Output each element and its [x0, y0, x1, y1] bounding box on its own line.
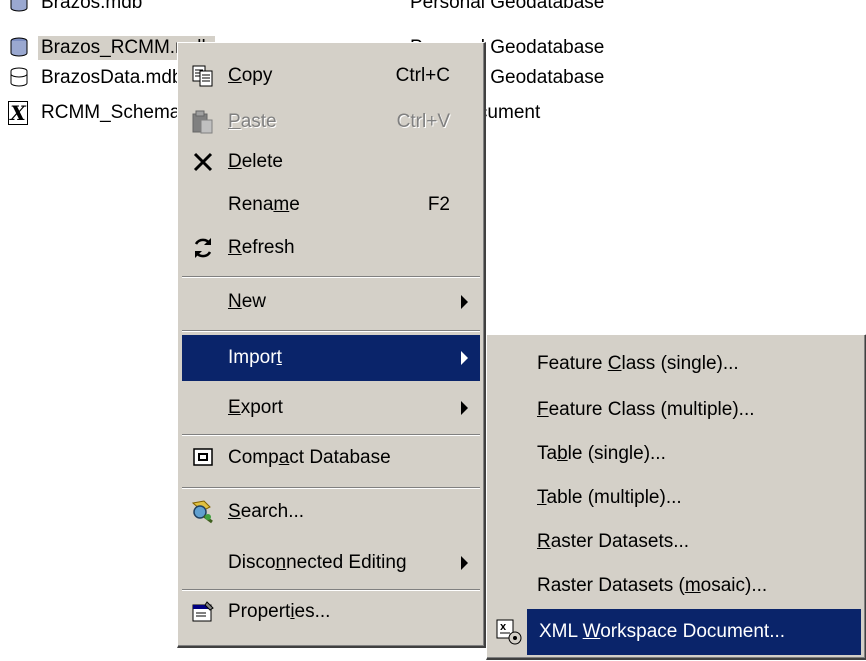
menu-item-new[interactable]: New [182, 279, 480, 325]
database-icon [8, 66, 32, 90]
menu-item-export[interactable]: Export [182, 385, 480, 431]
submenu-item-feature-class-single[interactable]: Feature Class (single)... [491, 341, 861, 387]
submenu-item-raster-datasets[interactable]: Raster Datasets... [491, 519, 861, 565]
file-name: Brazos.mdb [41, 0, 143, 13]
file-type: Personal Geodatabase [410, 0, 605, 13]
menu-item-label: XML Workspace Document... [539, 621, 786, 642]
menu-item-search[interactable]: Search... [182, 489, 480, 535]
menu-item-shortcut: Ctrl+V [396, 111, 450, 132]
file-name: BrazosData.mdb [41, 67, 183, 88]
submenu-arrow-icon [461, 295, 468, 309]
menu-item-label: Export [228, 397, 283, 418]
menu-item-shortcut: F2 [427, 194, 450, 215]
compact-database-icon [190, 445, 216, 471]
menu-separator [182, 276, 480, 278]
menu-item-label: Delete [228, 151, 283, 172]
context-menu: Copy Ctrl+C Paste Ctrl+V Delete Rename F… [177, 42, 486, 648]
database-icon [8, 0, 32, 15]
xml-document-icon: X [8, 101, 32, 125]
paste-icon [190, 109, 216, 135]
copy-icon [190, 63, 216, 89]
svg-text:X: X [500, 623, 507, 632]
submenu-item-feature-class-multiple[interactable]: Feature Class (multiple)... [491, 387, 861, 433]
database-icon [8, 36, 32, 60]
menu-item-label: Search... [228, 501, 305, 522]
menu-item-label: Disconnected Editing [228, 552, 407, 573]
menu-item-label: Table (multiple)... [537, 487, 682, 508]
submenu-arrow-icon [461, 401, 468, 415]
menu-item-label: Raster Datasets (mosaic)... [537, 575, 768, 596]
delete-icon [190, 149, 216, 175]
search-icon [190, 499, 216, 525]
menu-item-label: Refresh [228, 237, 295, 258]
menu-item-rename[interactable]: Rename F2 [182, 182, 480, 228]
submenu-arrow-icon [461, 351, 468, 365]
menu-item-label: Raster Datasets... [537, 531, 690, 552]
file-row[interactable]: BrazosData.mdb [0, 63, 186, 93]
menu-item-refresh[interactable]: Refresh [182, 225, 480, 271]
menu-item-label: Compact Database [228, 447, 391, 468]
menu-item-disconnected-editing[interactable]: Disconnected Editing [182, 540, 480, 586]
menu-item-label: Table (single)... [537, 443, 666, 464]
submenu-item-raster-datasets-mosaic[interactable]: Raster Datasets (mosaic)... [491, 563, 861, 609]
menu-separator [182, 330, 480, 332]
menu-item-properties[interactable]: Properties... [182, 589, 480, 635]
menu-item-label: Copy [228, 65, 273, 86]
menu-item-compact-database[interactable]: Compact Database [182, 435, 480, 481]
import-submenu: Feature Class (single)... Feature Class … [486, 334, 866, 660]
submenu-arrow-icon [461, 556, 468, 570]
refresh-icon [190, 235, 216, 261]
menu-item-delete[interactable]: Delete [182, 139, 480, 185]
file-row[interactable]: Brazos.mdb [0, 0, 145, 18]
menu-item-copy[interactable]: Copy Ctrl+C [182, 53, 480, 99]
menu-item-shortcut: Ctrl+C [395, 65, 450, 86]
menu-item-label: Import [228, 347, 282, 368]
menu-item-label: New [228, 291, 267, 312]
menu-item-label: Paste [228, 111, 277, 132]
properties-icon [190, 599, 216, 625]
submenu-item-xml-workspace-document[interactable]: XML Workspace Document... [527, 609, 861, 655]
submenu-item-table-multiple[interactable]: Table (multiple)... [491, 475, 861, 521]
menu-item-label: Properties... [228, 601, 331, 622]
menu-item-import[interactable]: Import [182, 335, 480, 381]
menu-item-label: Rename [228, 194, 300, 215]
submenu-item-table-single[interactable]: Table (single)... [491, 431, 861, 477]
xml-workspace-icon: X [495, 618, 523, 646]
menu-item-label: Feature Class (multiple)... [537, 399, 755, 420]
menu-item-label: Feature Class (single)... [537, 353, 739, 374]
